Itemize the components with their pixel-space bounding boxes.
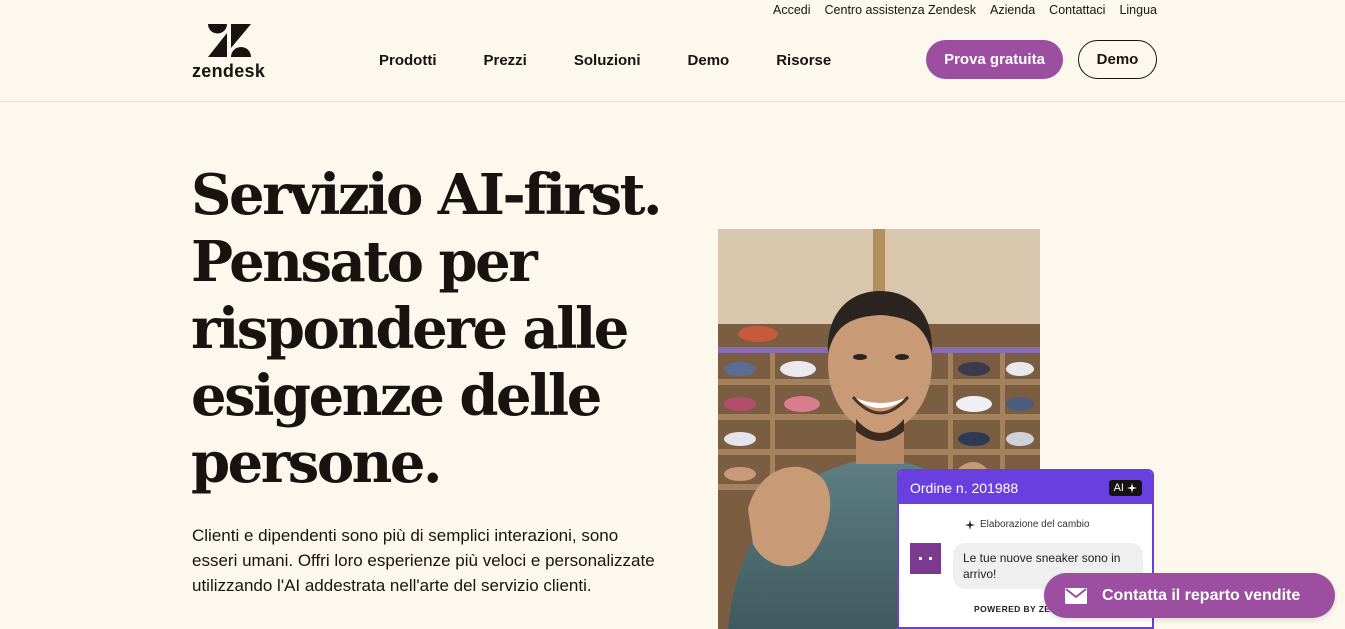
sparkle-icon (1127, 482, 1137, 493)
chat-widget-header: Ordine n. 201988 AI (899, 471, 1152, 504)
hero-description: Clienti e dipendenti sono più di semplic… (192, 526, 655, 595)
utility-link-company[interactable]: Azienda (990, 3, 1035, 17)
mail-icon (1065, 587, 1087, 604)
utility-nav: Accedi Centro assistenza Zendesk Azienda… (773, 3, 1157, 17)
hero-title: Servizio AI-first. Pensato per risponder… (191, 162, 662, 496)
nav-item-solutions[interactable]: Soluzioni (574, 52, 641, 69)
zendesk-logo[interactable]: zendesk (192, 24, 272, 81)
nav-item-demo[interactable]: Demo (688, 52, 730, 69)
processing-status: Elaborazione del cambio (965, 519, 1090, 530)
ai-badge-label: AI (1113, 481, 1124, 494)
demo-button[interactable]: Demo (1078, 40, 1157, 79)
utility-link-contact[interactable]: Contattaci (1049, 3, 1105, 17)
nav-item-pricing[interactable]: Prezzi (484, 52, 527, 69)
nav-item-resources[interactable]: Risorse (776, 52, 831, 69)
nav-item-products[interactable]: Prodotti (379, 52, 437, 69)
order-title: Ordine n. 201988 (910, 479, 1019, 496)
main-nav: Prodotti Prezzi Soluzioni Demo Risorse (379, 52, 831, 69)
free-trial-button[interactable]: Prova gratuita (926, 40, 1063, 79)
processing-label: Elaborazione del cambio (980, 519, 1090, 530)
sparkle-icon (965, 519, 975, 530)
site-header: Accedi Centro assistenza Zendesk Azienda… (0, 0, 1345, 102)
zendesk-logo-icon (208, 24, 251, 57)
utility-link-language[interactable]: Lingua (1119, 3, 1157, 17)
contact-sales-button[interactable]: Contatta il reparto vendite (1044, 573, 1335, 618)
bot-avatar (910, 543, 941, 574)
ai-badge: AI (1108, 479, 1142, 496)
utility-link-login[interactable]: Accedi (773, 3, 811, 17)
logo-wordmark: zendesk (192, 61, 266, 81)
contact-sales-label: Contatta il reparto vendite (1102, 586, 1301, 604)
utility-link-help-center[interactable]: Centro assistenza Zendesk (825, 3, 976, 17)
